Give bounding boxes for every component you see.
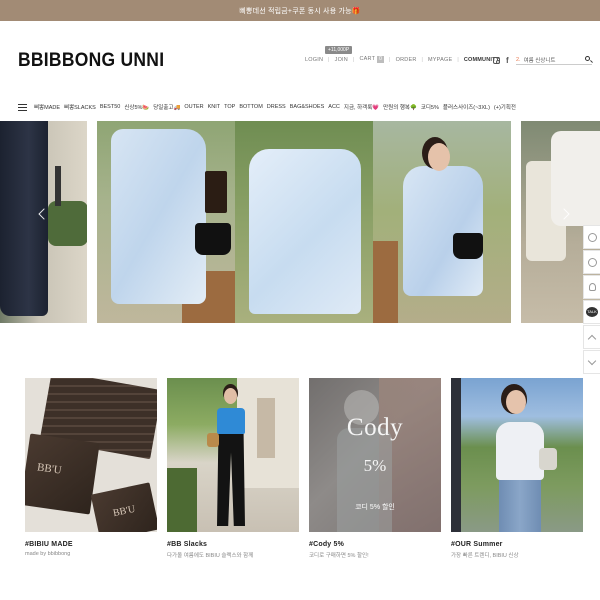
nav-item[interactable]: 지금, 하객룩💗 (344, 103, 379, 111)
quick-talk-button[interactable]: TALK (583, 300, 600, 324)
scroll-top-button[interactable] (583, 325, 600, 349)
nav-item[interactable]: 당일출고🚚 (153, 103, 180, 111)
category-card[interactable]: BB'U BB'U #BIBIU MADE made by bbibbong (25, 378, 157, 559)
search-rank: 2. (516, 56, 521, 63)
utility-menu: LOGIN | JOIN | CART 0 | ORDER | MYPAGE | … (305, 56, 500, 63)
nav-item[interactable]: BOTTOM (239, 104, 262, 110)
user-icon (588, 283, 596, 291)
cody-overlay-caption: 코디 5% 할인 (355, 504, 395, 511)
card-title[interactable]: #BIBIU MADE (25, 541, 157, 548)
nav-item[interactable]: BEST50 (100, 104, 120, 110)
card-title[interactable]: #Cody 5% (309, 541, 441, 548)
category-card[interactable]: Cody 5% 코디 5% 할인 #Cody 5% 코디로 구매하면 5% 할인… (309, 378, 441, 559)
talk-icon: TALK (586, 307, 598, 317)
top-banner[interactable]: 삐뽕데선 적립금+쿠폰 동시 사용 가능🎁 (0, 0, 600, 21)
category-card[interactable]: #OUR Summer 가장 빠른 트렌디, BIBIU 신상 (451, 378, 583, 559)
nav-item[interactable]: 만원의 행복🌳 (383, 103, 417, 111)
slide-image[interactable] (0, 121, 87, 323)
nav-item[interactable]: 신상5%🍉 (124, 103, 149, 111)
card-subtitle: 가장 빠른 트렌디, BIBIU 신상 (451, 553, 519, 559)
cart-link[interactable]: CART 0 (359, 56, 385, 63)
nav-item[interactable]: ACC (328, 104, 340, 110)
category-cards: BB'U BB'U #BIBIU MADE made by bbibbong #… (25, 378, 583, 559)
card-image[interactable] (451, 378, 583, 532)
nav-item[interactable]: KNIT (208, 104, 221, 110)
card-image[interactable] (167, 378, 299, 532)
separator: | (389, 56, 391, 63)
hero-slider[interactable] (0, 121, 600, 323)
nav-item[interactable]: OUTER (184, 104, 203, 110)
main-nav: 삐뽕MADE 삐뽕SLACKS BEST50 신상5%🍉 당일출고🚚 OUTER… (18, 103, 520, 111)
card-title[interactable]: #OUR Summer (451, 541, 583, 548)
separator: | (352, 56, 355, 63)
nav-item[interactable]: DRESS (267, 104, 286, 110)
nav-item[interactable]: 플러스사이즈(~3XL) (443, 103, 490, 111)
search-keyword: 여름 신상니트 (523, 57, 556, 64)
cart-label: CART (359, 56, 376, 62)
login-link[interactable]: LOGIN (305, 57, 323, 63)
slide-image[interactable] (97, 121, 235, 323)
arrow-up-icon (587, 334, 597, 343)
nav-item[interactable]: TOP (224, 104, 235, 110)
arrow-down-icon (587, 356, 597, 365)
quick-recent-button[interactable] (583, 250, 600, 274)
card-subtitle: made by bbibbong (25, 551, 71, 557)
nav-item[interactable]: 코디5% (421, 103, 439, 111)
social-links: f (493, 57, 509, 65)
card-image[interactable]: BB'U BB'U (25, 378, 157, 532)
facebook-icon[interactable]: f (506, 57, 509, 65)
side-quick-menu: TALK (583, 225, 600, 375)
separator: | (328, 56, 330, 63)
search-icon (587, 232, 597, 242)
card-title[interactable]: #BB Slacks (167, 541, 299, 548)
clock-icon (587, 257, 597, 267)
slide-image[interactable] (235, 121, 373, 323)
nav-item[interactable]: 삐뽕SLACKS (64, 103, 96, 111)
card-subtitle: 코디로 구매하면 5% 할인! (309, 553, 369, 559)
order-link[interactable]: ORDER (396, 57, 417, 63)
banner-text: 삐뽕데선 적립금+쿠폰 동시 사용 가능🎁 (239, 7, 361, 15)
quick-mypage-button[interactable] (583, 275, 600, 299)
nav-item[interactable]: BAG&SHOES (290, 104, 325, 110)
hamburger-menu-icon[interactable] (18, 103, 27, 111)
slide-image[interactable] (373, 121, 511, 323)
instagram-icon[interactable] (493, 57, 500, 64)
card-subtitle: 다가올 여름에도 BIBIU 슬랙스와 함께 (167, 553, 254, 559)
mypage-link[interactable]: MYPAGE (428, 57, 452, 63)
site-logo[interactable]: BBIBBONG UNNI (18, 50, 164, 72)
search-icon[interactable] (585, 56, 590, 61)
separator: | (421, 56, 424, 63)
separator: | (457, 56, 459, 63)
join-link[interactable]: JOIN (335, 57, 348, 63)
cody-overlay-percent: 5% (363, 456, 387, 475)
search-input[interactable]: 2. 여름 신상니트 (516, 55, 592, 65)
quick-search-button[interactable] (583, 225, 600, 249)
category-card[interactable]: #BB Slacks 다가올 여름에도 BIBIU 슬랙스와 함께 (167, 378, 299, 559)
nav-item[interactable]: 삐뽕MADE (34, 103, 60, 111)
cody-overlay-title: Cody (346, 414, 404, 441)
card-image[interactable]: Cody 5% 코디 5% 할인 (309, 378, 441, 532)
cart-count-badge: 0 (377, 56, 385, 63)
point-bubble: +11,000P (325, 46, 353, 54)
scroll-bottom-button[interactable] (583, 350, 600, 374)
nav-item[interactable]: (+)기획전 (494, 103, 516, 111)
